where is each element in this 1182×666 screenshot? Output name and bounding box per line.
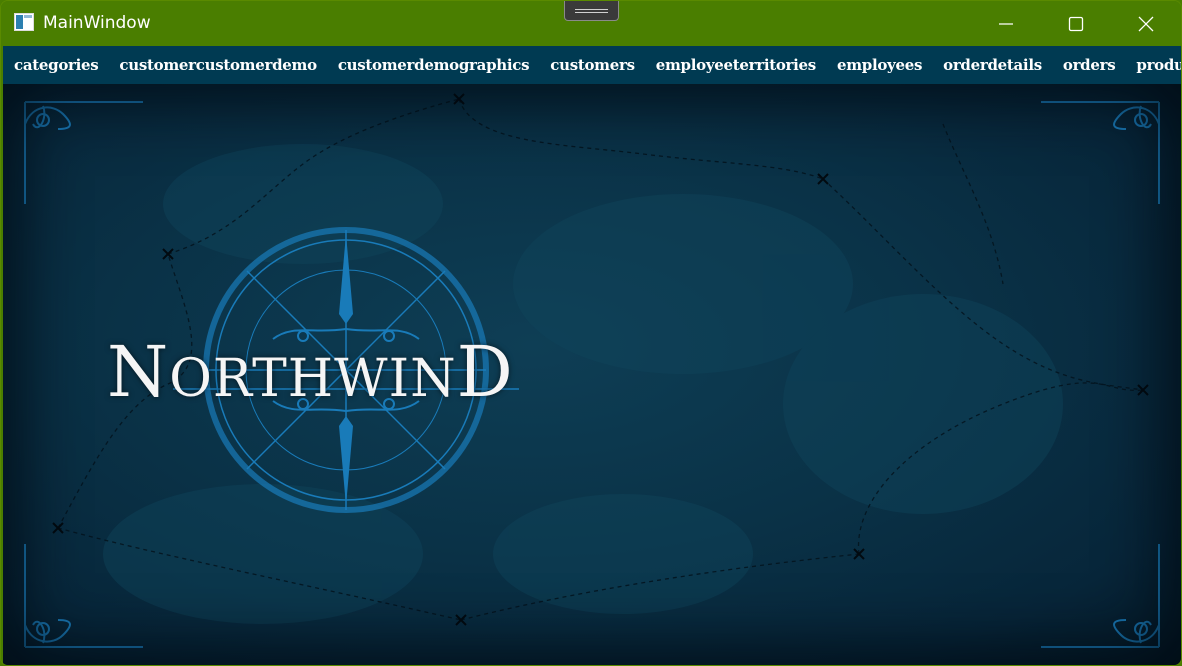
maximize-icon	[1068, 16, 1084, 31]
close-button[interactable]	[1111, 1, 1181, 46]
minimize-icon	[999, 22, 1013, 25]
menu-item-products[interactable]: products	[1136, 56, 1181, 74]
window-title: MainWindow	[43, 13, 151, 33]
close-icon	[1138, 16, 1154, 31]
app-icon	[14, 13, 34, 31]
maximize-button[interactable]	[1041, 1, 1111, 46]
menu-item-orders[interactable]: orders	[1063, 56, 1116, 74]
main-window: MainWindow categories customercustomerde…	[0, 0, 1182, 666]
minimize-button[interactable]	[971, 1, 1041, 46]
menu-item-customers[interactable]: customers	[550, 56, 635, 74]
northwind-logo: NORTHWIND	[107, 331, 514, 413]
drag-handle[interactable]	[564, 1, 619, 21]
menu-item-customerdemographics[interactable]: customerdemographics	[338, 56, 530, 74]
menu-item-employees[interactable]: employees	[837, 56, 922, 74]
menu-item-orderdetails[interactable]: orderdetails	[943, 56, 1042, 74]
menu-item-customercustomerdemo[interactable]: customercustomerdemo	[119, 56, 317, 74]
menu-item-employeeterritories[interactable]: employeeterritories	[656, 56, 817, 74]
menu-item-categories[interactable]: categories	[14, 56, 99, 74]
menu-bar: categories customercustomerdemo customer…	[3, 46, 1181, 84]
title-bar[interactable]: MainWindow	[1, 1, 1181, 46]
content-area: NORTHWIND	[3, 84, 1181, 665]
